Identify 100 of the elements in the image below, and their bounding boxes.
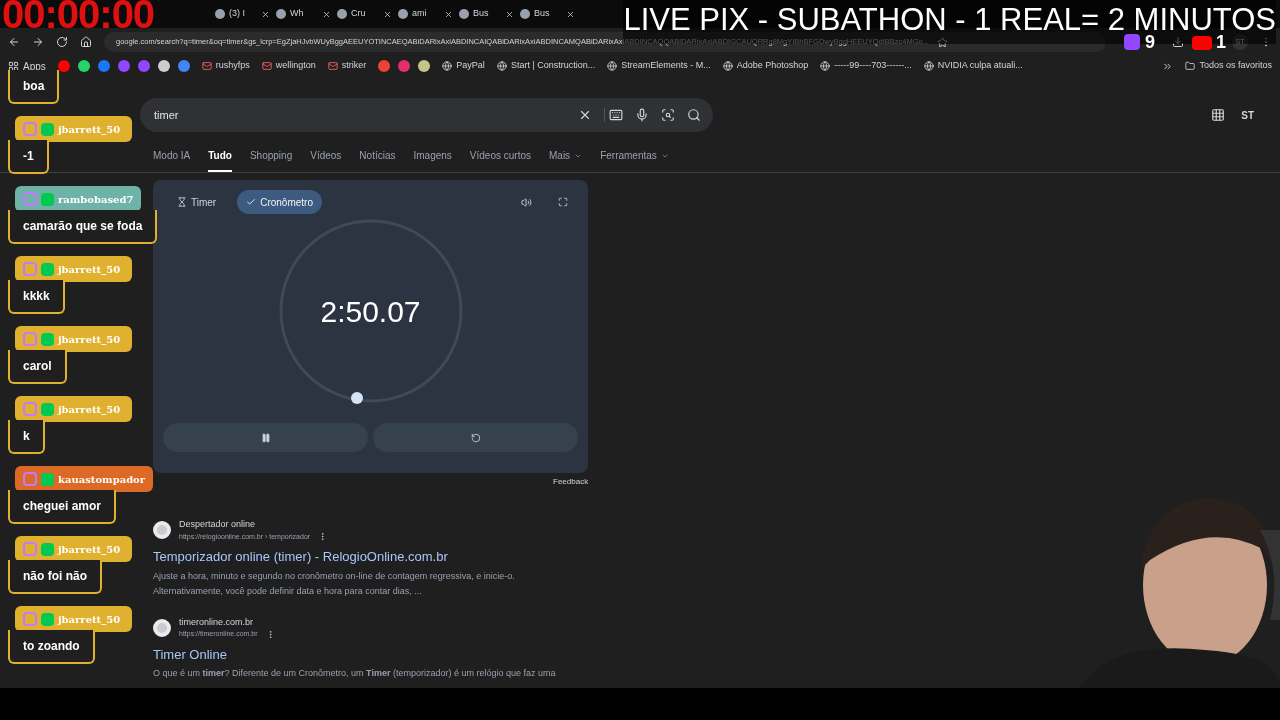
browser-tab[interactable]: Wh [276, 7, 331, 21]
search-tab[interactable]: Ferramentas [600, 148, 669, 172]
tab-favicon [215, 9, 225, 19]
search-icon[interactable] [687, 108, 701, 122]
bookmark[interactable]: rushyfps [201, 59, 250, 73]
bookmark[interactable]: Adobe Photoshop [722, 59, 809, 73]
twitch-badge-icon [23, 192, 37, 206]
volume-icon[interactable] [521, 196, 532, 208]
search-tab[interactable]: Vídeos curtos [469, 148, 531, 172]
bookmark[interactable]: Start | Construction... [496, 59, 596, 73]
fullscreen-icon[interactable] [558, 197, 568, 207]
search-tab[interactable]: Notícias [359, 148, 396, 172]
bookmark[interactable]: NVIDIA culpa atuali... [923, 59, 1023, 73]
tab-favicon [520, 9, 530, 19]
search-tab[interactable]: Shopping [249, 148, 293, 172]
badge-icon [41, 192, 54, 206]
check-icon [246, 197, 257, 207]
browser-tab[interactable]: ami [398, 7, 453, 21]
twitch-badge-icon [23, 612, 37, 626]
bookmark-icon[interactable] [57, 60, 70, 72]
mode-chip[interactable]: Cronômetro [237, 190, 322, 214]
bookmark[interactable]: -----99----703------... [820, 59, 912, 73]
feedback-link[interactable]: Feedback [553, 476, 589, 488]
tab-favicon [398, 9, 408, 19]
forward-icon[interactable] [32, 36, 44, 48]
apps-grid-icon[interactable] [1211, 108, 1226, 122]
stream-clock: 00:00:00 [2, 0, 155, 34]
reset-icon [470, 432, 481, 443]
search-tab[interactable]: Imagens [413, 148, 452, 172]
tab-favicon [337, 9, 347, 19]
bookmark-icon[interactable] [418, 60, 431, 72]
result-title[interactable]: Temporizador online (timer) - RelogioOnline.com.br [153, 547, 448, 567]
badge-icon [41, 402, 54, 416]
result-snippet: O que é um timer? Diferente de um Cronômetro, um Timer (temporizador) é um relógio que faz uma [153, 667, 557, 680]
site-favicon [153, 618, 171, 637]
chat-username: jbarrett_50 [58, 612, 121, 627]
mode-chip[interactable]: Timer [168, 190, 226, 214]
clear-icon[interactable] [578, 108, 592, 122]
chat-username: jbarrett_50 [58, 122, 121, 137]
all-bookmarks[interactable]: Todos os favoritos [1185, 59, 1272, 73]
close-icon[interactable] [383, 9, 392, 19]
mail-icon [327, 61, 338, 71]
mail-icon [261, 61, 272, 71]
close-icon[interactable] [322, 9, 331, 19]
bookmark-icons[interactable] [57, 60, 190, 72]
close-icon[interactable] [261, 9, 270, 19]
bookmark-icon[interactable] [157, 60, 170, 72]
search-tab[interactable]: Modo IA [153, 148, 191, 172]
microphone-icon[interactable] [635, 108, 649, 122]
bookmark-star-icon[interactable] [936, 36, 948, 48]
browser-tab[interactable]: Cru [337, 7, 392, 21]
reload-icon[interactable] [56, 36, 68, 48]
bookmark-icon[interactable] [378, 60, 391, 72]
chat-username: jbarrett_50 [58, 402, 121, 417]
close-icon[interactable] [566, 9, 575, 19]
keyboard-icon[interactable] [604, 108, 623, 122]
twitch-badge-icon [23, 332, 37, 346]
hourglass-icon [177, 197, 187, 207]
site-icon [607, 61, 618, 71]
twitch-badge-icon [23, 542, 37, 556]
result-title[interactable]: Timer Online [153, 644, 227, 664]
bookmark[interactable]: PayPal [442, 59, 485, 73]
download-icon[interactable] [1172, 36, 1184, 48]
close-icon[interactable] [505, 9, 514, 19]
twitch-badge-icon [23, 122, 37, 136]
chat-username: jbarrett_50 [58, 542, 121, 557]
camera-search-icon[interactable] [661, 108, 675, 122]
progress-handle[interactable] [350, 392, 363, 404]
site-icon [442, 61, 453, 71]
bookmark-icon[interactable] [177, 60, 190, 72]
badge-icon [41, 332, 54, 346]
bookmark-icon[interactable] [77, 60, 90, 72]
search-tab[interactable]: Vídeos [310, 148, 342, 172]
bookmark-icons[interactable] [378, 60, 431, 72]
chat-message: não foi não [8, 560, 102, 594]
back-icon[interactable] [8, 36, 20, 48]
site-favicon [153, 521, 171, 539]
bookmark[interactable]: wellington [261, 59, 316, 73]
youtube-icon [1192, 36, 1212, 50]
close-icon[interactable] [444, 9, 453, 19]
browser-tab[interactable]: Bus [520, 7, 575, 21]
search-tab[interactable]: Tudo [208, 148, 232, 172]
badge-icon [41, 472, 54, 486]
twitch-badge-icon [23, 262, 37, 276]
badge-icon [41, 122, 54, 136]
twitch-count: 9 [1145, 33, 1155, 51]
profile-avatar[interactable]: ST [1241, 107, 1254, 123]
chat-username: rambobased7 [58, 192, 134, 207]
site-icon [496, 61, 507, 71]
site-icon [722, 61, 733, 71]
home-icon[interactable] [80, 36, 92, 48]
bookmark[interactable]: striker [327, 59, 367, 73]
bookmark[interactable]: StreamElements - M... [607, 59, 711, 73]
site-icon [820, 61, 831, 71]
search-field[interactable]: timer [140, 98, 713, 132]
chat-message: camarão que se foda [8, 210, 158, 244]
browser-tab[interactable]: Bus [459, 7, 514, 21]
search-tab[interactable]: Mais [549, 148, 583, 172]
browser-tab[interactable]: (3) I [215, 7, 270, 21]
chat-message: boa [8, 70, 60, 104]
